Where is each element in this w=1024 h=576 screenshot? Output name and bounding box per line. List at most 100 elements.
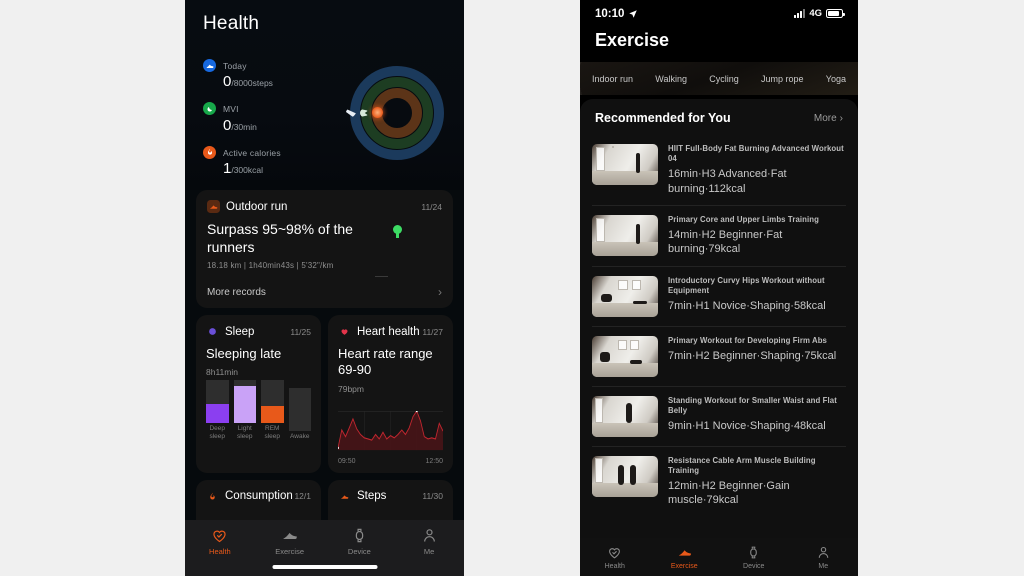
recommended-panel: Recommended for You More › HIIT Full-Bod… [580, 99, 858, 567]
bar-track [288, 387, 311, 431]
metric-unit: /30min [231, 121, 257, 132]
outdoor-run-card[interactable]: Outdoor run 11/24 Surpass 95~98% of the … [196, 190, 453, 308]
shoe-icon [283, 532, 297, 540]
card-header: Outdoor run 11/24 [207, 200, 442, 213]
route-line-decoration [375, 276, 388, 277]
card-title: Heart health [357, 325, 420, 338]
bar-label: Deep sleep [209, 425, 226, 440]
tab-label: Device [347, 547, 371, 556]
metric-mvi[interactable]: MVI 0/30min [203, 99, 281, 133]
sleep-bar-4: Awake [288, 387, 311, 440]
run-headline: Surpass 95~98% of the runners [207, 221, 353, 255]
card-title: Sleep [225, 325, 255, 338]
tab-exercise[interactable]: Exercise [650, 545, 720, 570]
phone-health-screen: Health Today 0/8000steps MVI 0/30min Act… [185, 0, 464, 576]
calories-ring-cap-icon [372, 107, 383, 118]
status-time-group: 10:10 [595, 8, 638, 20]
workout-meta: 9min·H1 Novice·Shaping·48kcal [668, 419, 826, 432]
metric-active-calories[interactable]: Active calories 1/300kcal [203, 143, 281, 177]
heart-icon [338, 325, 351, 338]
run-card-body: Surpass 95~98% of the runners 18.18 km |… [207, 221, 442, 283]
workout-text: Primary Workout for Developing Firm Abs 7… [668, 336, 846, 377]
tab-me[interactable]: Me [789, 545, 859, 570]
activity-rings[interactable] [346, 66, 444, 160]
axis-end-label: 12:50 [425, 457, 443, 465]
workout-meta: 7min·H1 Novice·Shaping·58kcal [668, 299, 826, 312]
flame-icon [203, 145, 216, 159]
chevron-right-icon: › [438, 285, 442, 299]
exercise-tab-yoga[interactable]: Yoga [826, 74, 846, 84]
metric-label: MVI [223, 104, 239, 115]
workout-list-item[interactable]: Primary Core and Upper Limbs Training 14m… [592, 206, 846, 267]
tab-health[interactable]: Health [185, 527, 255, 556]
card-date: 12/1 [294, 491, 311, 501]
tab-health[interactable]: Health [580, 545, 650, 570]
workout-list-item[interactable]: HIIT Full-Body Fat Burning Advanced Work… [592, 135, 846, 206]
bar-label: Awake [290, 432, 310, 440]
tab-exercise[interactable]: Exercise [255, 527, 325, 556]
battery-icon [826, 9, 845, 18]
health-hero-section: Health Today 0/8000steps MVI 0/30min Act… [185, 0, 464, 190]
workout-thumbnail [592, 144, 658, 185]
card-date: 11/27 [422, 326, 443, 337]
sleep-card[interactable]: Sleep 11/25 Sleeping late 8h11min Deep s… [196, 315, 321, 473]
bar-fill [233, 386, 256, 424]
workout-list-item[interactable]: Standing Workout for Smaller Waist and F… [592, 387, 846, 447]
tab-device[interactable]: Device [719, 545, 789, 570]
card-date: 11/25 [290, 326, 311, 337]
flame-icon [206, 490, 219, 503]
person-icon [423, 529, 435, 542]
workout-thumbnail [592, 275, 658, 317]
workout-text: Primary Core and Upper Limbs Training 14m… [668, 215, 846, 257]
more-records-row[interactable]: More records › [207, 283, 442, 299]
card-date: 11/24 [421, 201, 442, 212]
person-icon [818, 546, 829, 558]
tab-me[interactable]: Me [394, 527, 464, 556]
workout-list[interactable]: HIIT Full-Body Fat Burning Advanced Work… [580, 135, 858, 516]
home-indicator [272, 565, 377, 569]
bar-track [233, 380, 256, 424]
metric-unit: /300kcal [231, 165, 264, 176]
tab-label: Me [423, 547, 435, 556]
bottom-tab-bar[interactable]: Health Exercise Device Me [580, 538, 858, 576]
chevron-right-icon: › [839, 112, 843, 124]
workout-thumbnail [592, 455, 658, 497]
workout-text: Standing Workout for Smaller Waist and F… [668, 396, 846, 437]
metric-steps[interactable]: Today 0/8000steps [203, 56, 281, 90]
bar-fill [261, 405, 284, 424]
bar-track [206, 380, 229, 424]
workout-name: HIIT Full-Body Fat Burning Advanced Work… [668, 144, 844, 164]
status-indicators: 4G [793, 8, 845, 19]
workout-list-item[interactable]: Resistance Cable Arm Muscle Building Tra… [592, 447, 846, 517]
exercise-tab-cycling[interactable]: Cycling [709, 74, 739, 84]
exercise-type-tabs[interactable]: Indoor run Walking Cycling Jump rope Yoga [580, 62, 858, 95]
workout-meta: 7min·H2 Beginner·Shaping·75kcal [668, 349, 837, 362]
tab-device[interactable]: Device [325, 527, 395, 556]
health-scroll-area[interactable]: Health Today 0/8000steps MVI 0/30min Act… [185, 0, 464, 576]
workout-meta: 12min·H2 Beginner·Gain muscle·79kcal [668, 479, 790, 507]
watch-icon [750, 546, 758, 558]
exercise-tab-indoor-run[interactable]: Indoor run [592, 74, 633, 84]
exercise-tab-jump-rope[interactable]: Jump rope [761, 74, 804, 84]
workout-name: Standing Workout for Smaller Waist and F… [668, 395, 837, 415]
workout-text: Introductory Curvy Hips Workout without … [668, 276, 846, 317]
more-label: More [813, 112, 837, 124]
card-title: Consumption [225, 490, 293, 502]
workout-name: Primary Core and Upper Limbs Training [668, 214, 820, 224]
shoe-icon [678, 549, 691, 556]
location-arrow-icon [629, 9, 638, 18]
workout-name: Primary Workout for Developing Firm Abs [668, 335, 827, 345]
workout-list-item[interactable]: Introductory Curvy Hips Workout without … [592, 267, 846, 327]
heart-health-card[interactable]: Heart health 11/27 Heart rate range 69-9… [328, 315, 453, 473]
workout-meta: 14min·H2 Beginner·Fat burning·79kcal [668, 228, 783, 256]
sleep-bar-3: REM sleep [261, 380, 284, 440]
exercise-tab-walking[interactable]: Walking [655, 74, 687, 84]
map-pin-icon [393, 225, 402, 238]
workout-name: Resistance Cable Arm Muscle Building Tra… [668, 455, 816, 475]
tab-label: Health [209, 547, 231, 556]
more-button[interactable]: More › [814, 113, 843, 124]
workout-list-item[interactable]: Primary Workout for Developing Firm Abs 7… [592, 327, 846, 387]
recommended-header: Recommended for You More › [580, 99, 858, 135]
sleep-bar-1: Deep sleep [206, 380, 229, 440]
workout-thumbnail [592, 395, 658, 437]
